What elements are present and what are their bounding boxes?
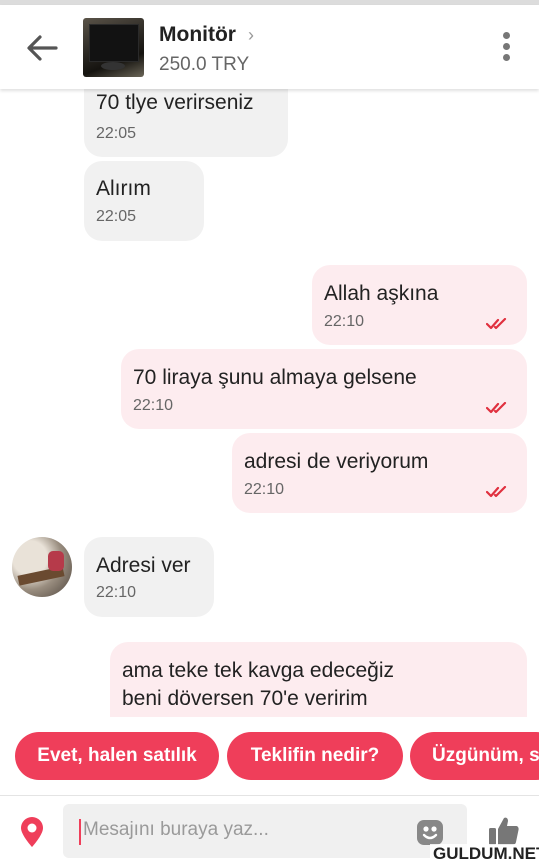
message-text: adresi de veriyorum <box>244 450 429 473</box>
more-vertical-icon <box>502 32 510 39</box>
text-caret <box>79 819 81 845</box>
sticker-icon[interactable] <box>415 817 445 847</box>
location-button[interactable] <box>18 816 46 848</box>
avatar[interactable] <box>12 537 72 597</box>
message-text: Allah aşkına <box>324 282 439 305</box>
message-text: Alırım <box>96 177 151 200</box>
message-time: 22:10 <box>244 481 285 498</box>
double-check-icon <box>486 486 507 498</box>
message-list[interactable]: 70 tlye verirseniz 22:05 Alırım 22:05 Al… <box>0 89 539 717</box>
back-button[interactable] <box>22 31 62 65</box>
message-bubble-incoming[interactable]: 70 tlye verirseniz 22:05 <box>84 89 288 157</box>
message-input-placeholder: Mesajını buraya yaz... <box>83 819 269 840</box>
product-thumbnail[interactable] <box>83 18 144 77</box>
message-text-line: beni döversen 70'e veririm <box>122 687 368 710</box>
product-title[interactable]: Monitör <box>159 23 236 47</box>
thumbs-up-icon[interactable] <box>487 814 521 848</box>
chat-header: Monitör › 250.0 TRY <box>0 5 539 89</box>
quick-reply-still-for-sale[interactable]: Evet, halen satılık <box>15 732 219 780</box>
quick-reply-whats-your-offer[interactable]: Teklifin nedir? <box>227 732 403 780</box>
double-check-icon <box>486 318 507 330</box>
message-bubble-outgoing[interactable]: Allah aşkına 22:10 <box>312 265 527 345</box>
quick-reply-sorry[interactable]: Üzgünüm, s <box>410 732 539 780</box>
message-input[interactable]: Mesajını buraya yaz... <box>63 804 467 858</box>
message-text: 70 tlye verirseniz <box>96 91 254 114</box>
message-time: 22:05 <box>96 125 137 142</box>
message-time: 22:10 <box>133 397 174 414</box>
message-time: 22:10 <box>324 313 365 330</box>
message-bubble-outgoing[interactable]: adresi de veriyorum 22:10 <box>232 433 527 513</box>
more-options-button[interactable] <box>496 29 516 67</box>
chevron-right-icon: › <box>248 25 254 45</box>
message-bubble-outgoing[interactable]: ama teke tek kavga edeceğiz beni döverse… <box>110 642 527 717</box>
message-bubble-incoming[interactable]: Adresi ver 22:10 <box>84 537 214 617</box>
location-pin-icon <box>21 817 43 847</box>
message-text: Adresi ver <box>96 554 191 577</box>
quick-replies: Evet, halen satılık Teklifin nedir? Üzgü… <box>0 717 539 795</box>
back-arrow-icon <box>27 35 58 61</box>
double-check-icon <box>486 402 507 414</box>
message-text: 70 liraya şunu almaya gelsene <box>133 366 417 389</box>
message-bubble-incoming[interactable]: Alırım 22:05 <box>84 161 204 241</box>
message-text-line: ama teke tek kavga edeceğiz <box>122 659 394 682</box>
message-bubble-outgoing[interactable]: 70 liraya şunu almaya gelsene 22:10 <box>121 349 527 429</box>
message-time: 22:05 <box>96 208 137 225</box>
product-price: 250.0 TRY <box>159 54 250 75</box>
message-time: 22:10 <box>96 584 137 601</box>
watermark: GULDUM.NET <box>430 844 539 864</box>
